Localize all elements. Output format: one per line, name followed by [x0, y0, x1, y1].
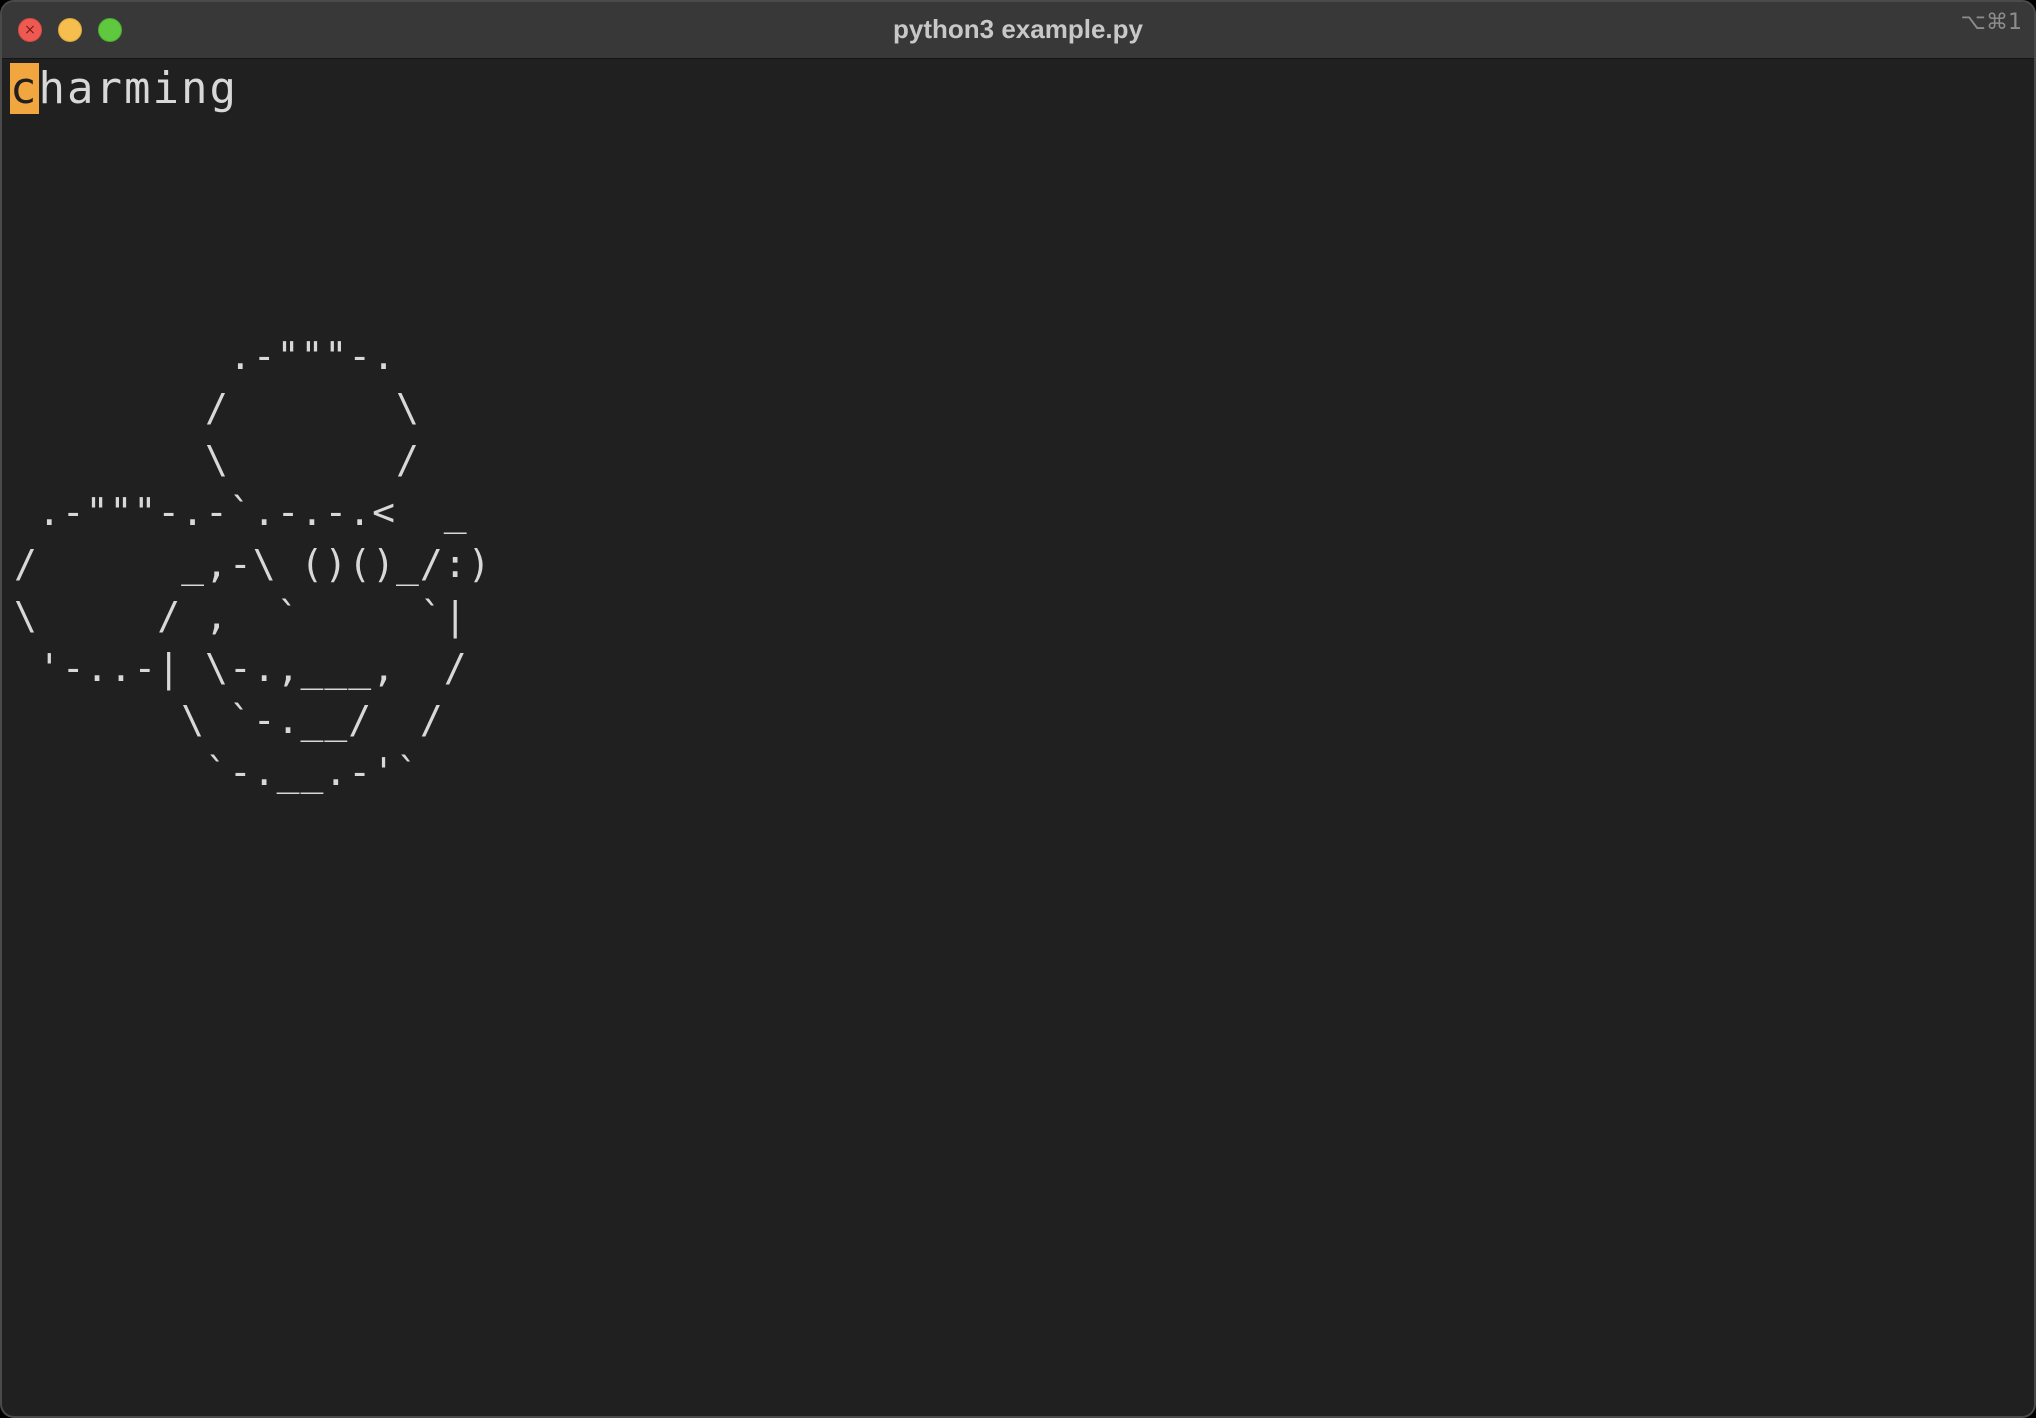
terminal-text: harming — [38, 63, 238, 114]
text-cursor: c — [10, 63, 39, 114]
terminal-output-area[interactable]: charming .-"""-. / \ \ / .-"""-.-`.-.-.<… — [10, 60, 2026, 1412]
terminal-window: × python3 example.py ⌥⌘1 charming .-"""-… — [0, 0, 2036, 1418]
ascii-art: .-"""-. / \ \ / .-"""-.-`.-.-.< _ / _,-\… — [14, 334, 492, 794]
window-title: python3 example.py — [893, 14, 1143, 44]
window-shortcut-label: ⌥⌘1 — [1960, 10, 2022, 35]
title-bar[interactable]: × python3 example.py ⌥⌘1 — [2, 2, 2034, 59]
terminal-input-line: charming — [10, 60, 238, 118]
